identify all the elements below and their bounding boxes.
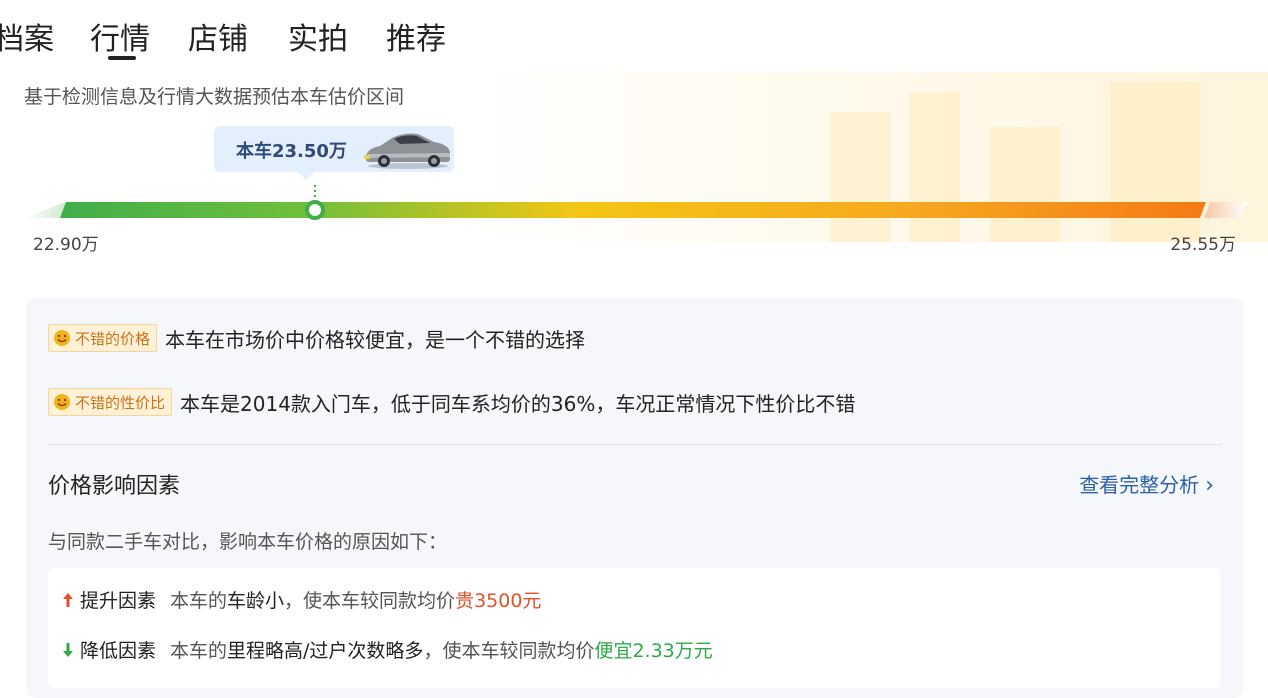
arrow-up-icon (63, 592, 73, 607)
factor-item-down: 降低因素 本车的里程略高/过户次数略多，使本车较同款均价便宜2.33万元 (62, 636, 713, 663)
factor-text: 本车的车龄小，使本车较同款均价贵3500元 (170, 590, 542, 612)
active-tab-indicator (108, 56, 136, 60)
tab-photos[interactable]: 实拍 (288, 14, 348, 58)
chevron-right-icon: › (1205, 473, 1214, 498)
tab-recommend[interactable]: 推荐 (386, 14, 446, 58)
bubble-pointer (296, 170, 316, 180)
price-range-track (24, 185, 1248, 220)
evaluation-row: 不错的性价比 本车是2014款入门车，低于同车系均价的36%，车况正常情况下性价… (48, 386, 855, 418)
tab-dealer[interactable]: 店铺 (188, 14, 248, 58)
full-analysis-label: 查看完整分析 (1079, 473, 1200, 497)
price-min-label: 22.90万 (33, 235, 99, 255)
factor-text: 本车的里程略高/过户次数略多，使本车较同款均价便宜2.33万元 (170, 640, 713, 662)
smile-icon (54, 394, 70, 410)
good-value-tag: 不错的性价比 (48, 388, 173, 416)
price-max-label: 25.55万 (1170, 235, 1236, 255)
good-price-tag: 不错的价格 (48, 324, 158, 352)
factors-description: 与同款二手车对比，影响本车价格的原因如下： (48, 531, 448, 553)
tab-market[interactable]: 行情 (90, 14, 150, 58)
factor-list: 提升因素 本车的车龄小，使本车较同款均价贵3500元 降低因素 本车的里程略高/… (48, 568, 1220, 688)
tag-label: 不错的性价比 (75, 393, 166, 412)
tag-label: 不错的价格 (75, 329, 151, 348)
card-divider (48, 444, 1222, 445)
factor-label: 提升因素 (80, 590, 157, 612)
evaluation-row: 不错的价格 本车在市场价中价格较便宜，是一个不错的选择 (48, 322, 585, 354)
factor-item-up: 提升因素 本车的车龄小，使本车较同款均价贵3500元 (62, 586, 541, 613)
evaluation-text: 本车是2014款入门车，低于同车系均价的36%，车况正常情况下性价比不错 (180, 391, 856, 416)
valuation-subtitle: 基于检测信息及行情大数据预估本车估价区间 (24, 86, 405, 108)
arrow-down-icon (63, 642, 73, 657)
current-price-bubble: 本车23.50万 (214, 126, 454, 172)
factors-title: 价格影响因素 (48, 474, 181, 499)
tab-archive[interactable]: 档案 (0, 14, 54, 58)
evaluation-text: 本车在市场价中价格较便宜，是一个不错的选择 (165, 327, 586, 352)
tab-bar: 档案 行情 店铺 实拍 推荐 (0, 0, 1268, 70)
current-price-label: 本车23.50万 (236, 141, 347, 162)
factor-value: 便宜2.33万元 (594, 640, 713, 662)
car-icon (364, 133, 450, 169)
factor-label: 降低因素 (80, 640, 157, 662)
full-analysis-link[interactable]: 查看完整分析 › (1079, 469, 1214, 498)
smile-icon (54, 330, 70, 346)
factor-value: 贵3500元 (455, 590, 542, 612)
